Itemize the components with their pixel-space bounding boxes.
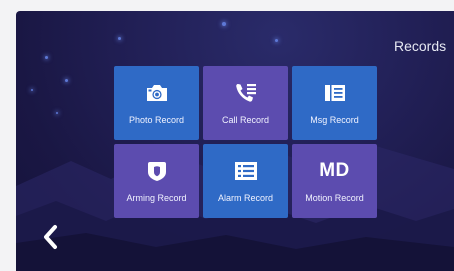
arming-record-button[interactable]: Arming Record — [114, 144, 199, 218]
screen-title: Records — [394, 38, 447, 54]
tile-label: Call Record — [221, 115, 270, 125]
alarm-record-button[interactable]: Alarm Record — [203, 144, 288, 218]
photo-record-button[interactable]: Photo Record — [114, 66, 199, 140]
tile-label: Arming Record — [126, 193, 187, 203]
tile-label: Photo Record — [128, 115, 185, 125]
phone-list-icon — [203, 80, 288, 106]
star — [222, 22, 226, 26]
records-screen: Records Photo Record Call Record Msg Rec… — [16, 11, 454, 271]
tile-label: Msg Record — [310, 115, 359, 125]
md-text-icon: MD — [292, 158, 377, 184]
back-button[interactable] — [38, 222, 64, 252]
call-record-button[interactable]: Call Record — [203, 66, 288, 140]
star — [118, 37, 121, 40]
md-icon-text: MD — [319, 160, 350, 181]
star — [275, 39, 278, 42]
motion-record-button[interactable]: MD Motion Record — [292, 144, 377, 218]
shield-icon — [114, 158, 199, 184]
list-icon — [203, 158, 288, 184]
chevron-left-icon — [44, 225, 57, 249]
tile-label: Alarm Record — [217, 193, 273, 203]
star — [56, 112, 58, 114]
camera-icon — [114, 80, 199, 106]
star — [31, 89, 33, 91]
star — [65, 79, 68, 82]
msg-record-button[interactable]: Msg Record — [292, 66, 377, 140]
mountain-background — [16, 146, 454, 271]
star — [45, 56, 48, 59]
tile-label: Motion Record — [305, 193, 364, 203]
message-list-icon — [292, 80, 377, 106]
device-frame: Records Photo Record Call Record Msg Rec… — [0, 0, 454, 271]
